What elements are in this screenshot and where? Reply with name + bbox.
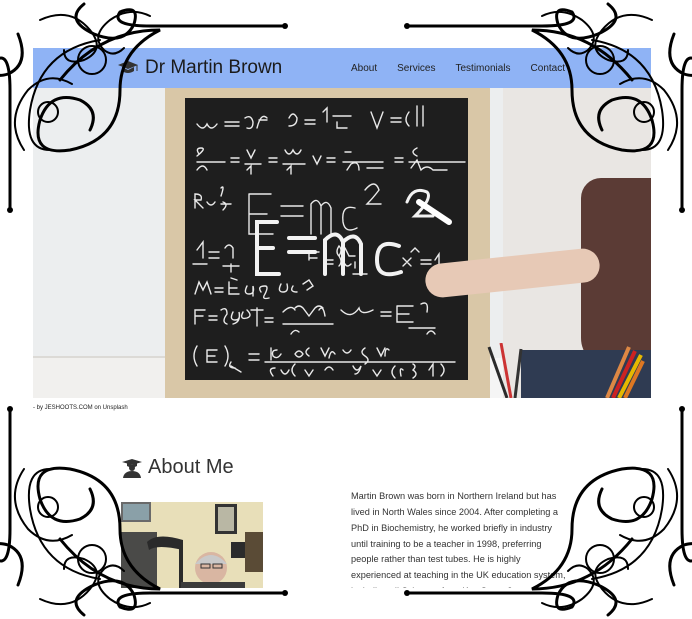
nav-link-about[interactable]: About <box>351 63 377 74</box>
nav-link-testimonials[interactable]: Testimonials <box>456 63 511 74</box>
about-heading: About Me <box>121 456 234 479</box>
brand-title: Dr Martin Brown <box>145 57 283 78</box>
about-title: About Me <box>148 456 234 478</box>
graduation-cap-icon <box>118 61 138 73</box>
hero-image <box>33 88 651 398</box>
pens-icon <box>487 343 523 398</box>
brand[interactable]: Dr Martin Brown <box>117 57 282 79</box>
nav-link-contact[interactable]: Contact <box>531 63 565 74</box>
photo-credit[interactable]: - by JESHOOTS.COM on Unsplash <box>33 405 128 411</box>
teacher-icon <box>122 458 142 478</box>
navbar: Dr Martin Brown About Services Testimoni… <box>33 48 651 88</box>
martin-brown-photo <box>121 502 263 588</box>
nav-links: About Services Testimonials Contact <box>351 48 565 88</box>
pencils-icon <box>605 346 645 398</box>
chalkboard <box>185 98 468 380</box>
nav-link-services[interactable]: Services <box>397 63 435 74</box>
page: Dr Martin Brown About Services Testimoni… <box>33 48 651 588</box>
chalk-equations-graphic <box>192 105 466 379</box>
about-text: Martin Brown was born in Northern Irelan… <box>351 491 566 588</box>
